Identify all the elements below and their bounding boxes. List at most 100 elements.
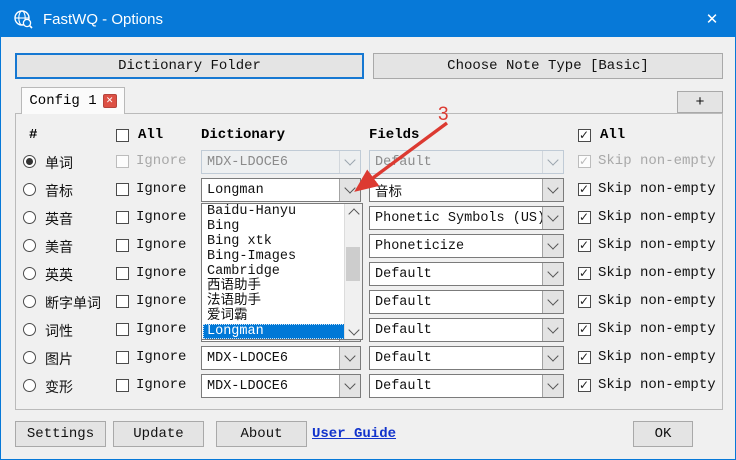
- dictionary-dropdown-list: Baidu-HanyuBingBing xtkBing-ImagesCambri…: [201, 203, 363, 340]
- dropdown-item[interactable]: 爱词霸: [203, 309, 345, 324]
- annotation-number: 3: [438, 104, 449, 126]
- skip-non-empty-label: Skip non-empty: [598, 265, 716, 281]
- skip-non-empty-label: Skip non-empty: [598, 181, 716, 197]
- skip-non-empty-label: Skip non-empty: [598, 349, 716, 365]
- ignore-checkbox[interactable]: [116, 323, 129, 336]
- annotation-arrow-icon: [331, 99, 476, 211]
- ignore-checkbox[interactable]: [116, 267, 129, 280]
- tab-config-1[interactable]: Config 1 ✕: [21, 87, 125, 114]
- row-label: 英音: [45, 209, 73, 229]
- dictionary-combobox[interactable]: MDX-LDOCE6: [201, 346, 361, 370]
- fields-combobox[interactable]: Default: [369, 262, 564, 286]
- combo-dropdown-icon[interactable]: [542, 375, 563, 397]
- dropdown-item[interactable]: 西语助手: [203, 279, 345, 294]
- row-label: 词性: [45, 321, 73, 341]
- combo-dropdown-icon[interactable]: [542, 319, 563, 341]
- ignore-checkbox[interactable]: [116, 155, 129, 168]
- fields-combobox[interactable]: Default: [369, 290, 564, 314]
- combo-dropdown-icon[interactable]: [339, 375, 360, 397]
- dropdown-item[interactable]: Baidu-Hanyu: [203, 204, 345, 219]
- skip-non-empty-checkbox[interactable]: [578, 211, 591, 224]
- combo-dropdown-icon[interactable]: [542, 151, 563, 173]
- skip-non-empty-checkbox[interactable]: [578, 323, 591, 336]
- ignore-checkbox[interactable]: [116, 379, 129, 392]
- scrollbar-thumb[interactable]: [346, 247, 360, 281]
- row-radio[interactable]: [23, 379, 36, 392]
- fields-combobox[interactable]: Default: [369, 374, 564, 398]
- ignore-checkbox[interactable]: [116, 239, 129, 252]
- skip-non-empty-checkbox[interactable]: [578, 379, 591, 392]
- fields-combobox[interactable]: Phoneticize: [369, 234, 564, 258]
- add-config-button[interactable]: +: [677, 91, 723, 113]
- row-label: 英英: [45, 265, 73, 285]
- fastwq-options-window: FastWQ - Options ✕ Dictionary Folder Cho…: [0, 0, 736, 460]
- skip-non-empty-label: Skip non-empty: [598, 321, 716, 337]
- all-skip-checkbox[interactable]: [578, 129, 591, 142]
- ignore-label: Ignore: [136, 237, 186, 253]
- ignore-checkbox[interactable]: [116, 211, 129, 224]
- dropdown-item[interactable]: 法语助手: [203, 294, 345, 309]
- window-title: FastWQ - Options: [43, 11, 163, 28]
- row-radio[interactable]: [23, 183, 36, 196]
- ignore-checkbox[interactable]: [116, 351, 129, 364]
- update-button[interactable]: Update: [113, 421, 204, 447]
- row-radio[interactable]: [23, 155, 36, 168]
- row-radio[interactable]: [23, 239, 36, 252]
- user-guide-link[interactable]: User Guide: [312, 426, 396, 442]
- dropdown-item[interactable]: Cambridge: [203, 264, 345, 279]
- ignore-label: Ignore: [136, 209, 186, 225]
- tab-close-icon[interactable]: ✕: [103, 94, 117, 108]
- dropdown-item[interactable]: Bing-Images: [203, 249, 345, 264]
- about-button[interactable]: About: [216, 421, 307, 447]
- fields-combobox[interactable]: Default: [369, 318, 564, 342]
- combo-dropdown-icon[interactable]: [542, 235, 563, 257]
- dropdown-item[interactable]: Bing: [203, 219, 345, 234]
- row-label: 图片: [45, 349, 73, 369]
- skip-non-empty-checkbox[interactable]: [578, 155, 591, 168]
- ok-button[interactable]: OK: [633, 421, 693, 447]
- combo-dropdown-icon[interactable]: [542, 291, 563, 313]
- row-radio[interactable]: [23, 323, 36, 336]
- tab-label: Config 1: [29, 93, 96, 109]
- ignore-checkbox[interactable]: [116, 295, 129, 308]
- dictionary-combobox[interactable]: MDX-LDOCE6: [201, 374, 361, 398]
- row-label: 美音: [45, 237, 73, 257]
- skip-non-empty-label: Skip non-empty: [598, 293, 716, 309]
- ignore-label: Ignore: [136, 181, 186, 197]
- skip-non-empty-checkbox[interactable]: [578, 351, 591, 364]
- dropdown-item[interactable]: Longman: [203, 324, 345, 339]
- skip-non-empty-label: Skip non-empty: [598, 209, 716, 225]
- skip-non-empty-checkbox[interactable]: [578, 239, 591, 252]
- combo-dropdown-icon[interactable]: [542, 179, 563, 201]
- row-radio[interactable]: [23, 211, 36, 224]
- skip-non-empty-label: Skip non-empty: [598, 377, 716, 393]
- combo-dropdown-icon[interactable]: [542, 207, 563, 229]
- skip-non-empty-checkbox[interactable]: [578, 267, 591, 280]
- skip-non-empty-checkbox[interactable]: [578, 183, 591, 196]
- row-label: 断字单词: [45, 293, 101, 313]
- choose-note-type-button[interactable]: Choose Note Type [Basic]: [373, 53, 723, 79]
- row-radio[interactable]: [23, 295, 36, 308]
- window-close-button[interactable]: ✕: [689, 1, 735, 37]
- row-label: 变形: [45, 377, 73, 397]
- combo-dropdown-icon[interactable]: [542, 347, 563, 369]
- combo-dropdown-icon[interactable]: [542, 263, 563, 285]
- scroll-down-icon[interactable]: [345, 324, 362, 339]
- combo-dropdown-icon[interactable]: [339, 347, 360, 369]
- fields-combobox[interactable]: Default: [369, 346, 564, 370]
- dropdown-scrollbar[interactable]: [344, 204, 362, 339]
- dictionary-folder-button[interactable]: Dictionary Folder: [15, 53, 364, 79]
- row-radio[interactable]: [23, 351, 36, 364]
- title-bar: FastWQ - Options ✕: [1, 1, 735, 37]
- skip-non-empty-checkbox[interactable]: [578, 295, 591, 308]
- ignore-checkbox[interactable]: [116, 183, 129, 196]
- col-header-all-right: All: [600, 127, 625, 143]
- all-ignore-checkbox[interactable]: [116, 129, 129, 142]
- app-globe-icon: [13, 9, 33, 29]
- settings-button[interactable]: Settings: [15, 421, 106, 447]
- ignore-label: Ignore: [136, 265, 186, 281]
- dropdown-item[interactable]: Bing xtk: [203, 234, 345, 249]
- col-header-dictionary: Dictionary: [201, 127, 285, 143]
- row-label: 音标: [45, 181, 73, 201]
- row-radio[interactable]: [23, 267, 36, 280]
